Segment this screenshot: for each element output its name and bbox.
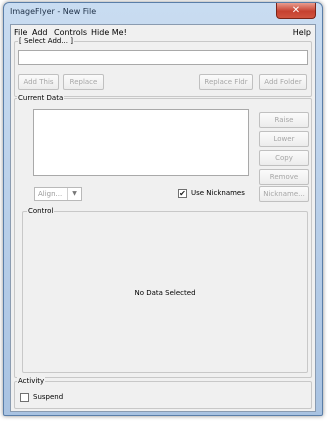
remove-button[interactable]: Remove [259, 169, 309, 185]
select-add-label: [ Select Add... ] [18, 37, 74, 46]
use-nicknames-checkbox[interactable]: ✔ [178, 189, 187, 198]
menu-file[interactable]: File [14, 28, 27, 37]
copy-button[interactable]: Copy [259, 150, 309, 166]
nickname-button[interactable]: Nickname... [259, 186, 309, 202]
align-value: Align... [38, 190, 63, 198]
menu-add[interactable]: Add [32, 28, 48, 37]
replace-folder-button[interactable]: Replace Fldr [199, 74, 253, 90]
suspend-checkbox[interactable] [20, 393, 29, 402]
current-data-label: Current Data [17, 94, 65, 103]
menu-controls[interactable]: Controls [54, 28, 87, 37]
add-folder-button[interactable]: Add Folder [259, 74, 307, 90]
close-button[interactable]: ✕ [276, 3, 316, 19]
chevron-down-icon: ▼ [67, 188, 81, 200]
lower-button[interactable]: Lower [259, 131, 309, 147]
raise-button[interactable]: Raise [259, 112, 309, 128]
title-bar[interactable]: ImageFlyer - New File ✕ [4, 3, 322, 21]
align-dropdown[interactable]: Align... ▼ [34, 187, 82, 201]
close-icon: ✕ [291, 5, 301, 16]
control-label: Control [27, 207, 55, 216]
use-nicknames-label: Use Nicknames [191, 189, 245, 197]
window-title: ImageFlyer - New File [10, 7, 97, 16]
replace-button[interactable]: Replace [63, 74, 104, 90]
client-area: File Add Controls Hide Me! Help [ Select… [10, 24, 316, 412]
activity-label: Activity [17, 377, 46, 386]
no-data-message: No Data Selected [134, 289, 196, 297]
menu-help[interactable]: Help [293, 28, 311, 37]
checkmark-icon: ✔ [179, 189, 186, 198]
data-list[interactable] [33, 109, 249, 176]
suspend-label: Suspend [33, 393, 64, 401]
menu-hide-me[interactable]: Hide Me! [91, 28, 127, 37]
add-path-input[interactable] [18, 50, 308, 65]
app-window: ImageFlyer - New File ✕ File Add Control… [3, 2, 323, 416]
add-this-button[interactable]: Add This [18, 74, 59, 90]
